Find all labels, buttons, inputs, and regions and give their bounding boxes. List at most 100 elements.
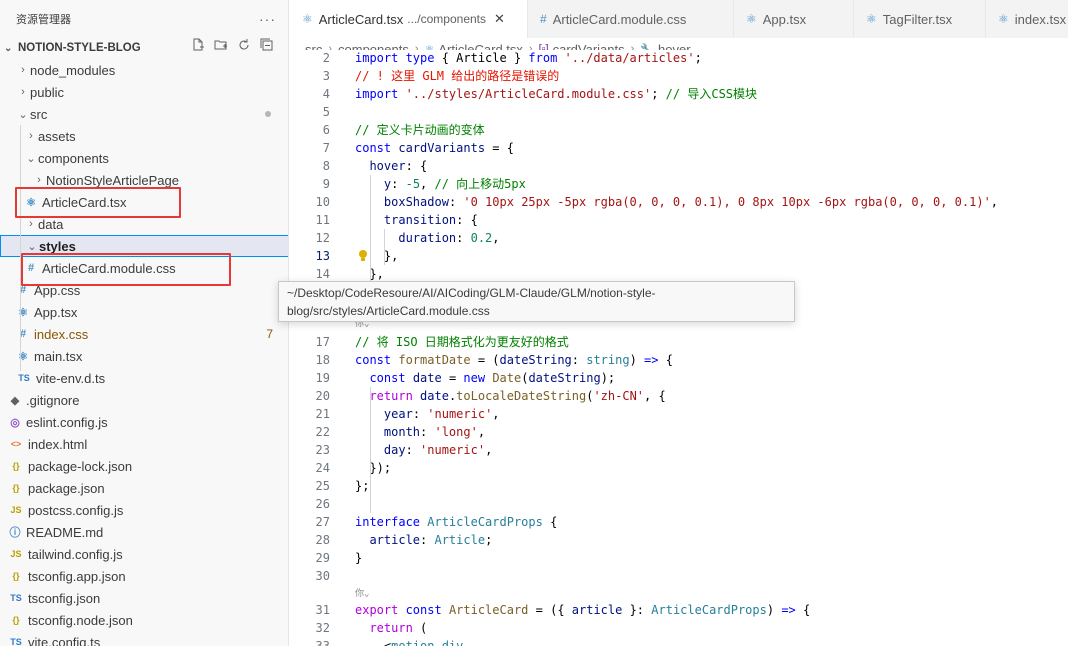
tree-item[interactable]: <> index.html (0, 433, 288, 455)
new-folder-icon[interactable] (213, 38, 228, 53)
tree-item[interactable]: TS tsconfig.json (0, 587, 288, 609)
code-line[interactable]: 25}; (290, 477, 1068, 495)
tooltip-line: blog/src/styles/ArticleCard.module.css (287, 304, 490, 318)
code-line[interactable]: 13 }, (290, 247, 1068, 265)
line-number: 2 (322, 51, 330, 65)
code-text: }; (355, 477, 369, 495)
editor-tab[interactable]: # ArticleCard.module.css (528, 0, 734, 38)
tree-item[interactable]: # index.css 7 (0, 323, 288, 345)
code-line[interactable]: 11 transition: { (290, 211, 1068, 229)
code-line[interactable]: 9 y: -5, // 向上移动5px (290, 175, 1068, 193)
code-text: return date.toLocaleDateString('zh-CN', … (355, 387, 665, 405)
chevron-down-icon: ⌄ (26, 152, 36, 165)
code-token: '../styles/ArticleCard.module.css' (405, 87, 652, 101)
code-line[interactable]: 33 <motion.div (290, 637, 1068, 646)
tree-item[interactable]: TS vite-env.d.ts (0, 367, 288, 389)
code-line[interactable]: 31 export const ArticleCard = ({ article … (290, 601, 1068, 619)
tree-item[interactable]: ⚛ main.tsx (0, 345, 288, 367)
code-line[interactable]: 23 day: 'numeric', (290, 441, 1068, 459)
code-token: year (383, 407, 413, 421)
code-line[interactable]: 12 duration: 0.2, (290, 229, 1068, 247)
tree-item[interactable]: TS vite.config.ts (0, 631, 288, 646)
code-token: : (405, 443, 421, 457)
code-line[interactable]: 30 (290, 567, 1068, 585)
lightbulb-icon[interactable] (358, 249, 368, 262)
code-line[interactable]: 24 }); (290, 459, 1068, 477)
code-line[interactable]: 27 interface ArticleCardProps { (290, 513, 1068, 531)
new-file-icon[interactable] (190, 38, 205, 53)
close-icon[interactable]: ✕ (494, 11, 505, 27)
code-line[interactable]: 18 const formatDate = (dateString: string… (290, 351, 1068, 369)
chevron-down-icon: ⌄ (18, 108, 28, 121)
react-icon: ⚛ (998, 12, 1009, 26)
code-editor[interactable]: 2 import type { Article } from '../data/a… (290, 50, 1068, 646)
tree-item[interactable]: › assets (0, 125, 288, 147)
tree-item[interactable]: ◎ eslint.config.js (0, 411, 288, 433)
tab-description: .../components (407, 12, 487, 26)
editor-tab[interactable]: ⚛ index.tsx (986, 0, 1068, 38)
editor-tab[interactable]: ⚛ TagFilter.tsx (854, 0, 986, 38)
tree-item[interactable]: {} tsconfig.app.json (0, 565, 288, 587)
tree-item[interactable]: ⚛ App.tsx (0, 301, 288, 323)
code-token: cardVariants (398, 141, 486, 155)
tree-item[interactable]: ◆ .gitignore (0, 389, 288, 411)
tree-item[interactable]: {} package-lock.json (0, 455, 288, 477)
explorer-sidebar: 资源管理器 ··· ⌄ NOTION-STYLE-BLOG › node_modu… (0, 0, 289, 646)
tree-item[interactable]: JS postcss.config.js (0, 499, 288, 521)
line-number: 7 (322, 141, 330, 155)
code-line[interactable]: 7 const cardVariants = { (290, 139, 1068, 157)
react-icon: ⚛ (302, 12, 313, 26)
file-type-icon: ⚛ (18, 350, 28, 363)
tree-item-label: components (38, 150, 109, 166)
tree-item[interactable]: › node_modules (0, 59, 288, 81)
code-line[interactable]: 2 import type { Article } from '../data/a… (290, 50, 1068, 67)
react-icon: ⚛ (746, 12, 757, 26)
code-text: const date = new Date(dateString); (355, 369, 615, 387)
code-line[interactable]: 5 (290, 103, 1068, 121)
code-token: : (571, 353, 587, 367)
code-token: ArticleCardProps (651, 603, 767, 617)
code-line[interactable]: 8 hover: { (290, 157, 1068, 175)
tree-item[interactable]: JS tailwind.config.js (0, 543, 288, 565)
collapse-all-icon[interactable] (259, 38, 274, 53)
code-line[interactable]: 28 article: Article; (290, 531, 1068, 549)
code-line[interactable]: 32 return ( (290, 619, 1068, 637)
code-token: dateString (499, 353, 572, 367)
code-line[interactable]: 19 const date = new Date(dateString); (290, 369, 1068, 387)
code-line[interactable]: 29} (290, 549, 1068, 567)
editor-tab[interactable]: ⚛ ArticleCard.tsx .../components ✕ (290, 0, 528, 38)
code-line[interactable]: 6 // 定义卡片动画的变体 (290, 121, 1068, 139)
tree-item[interactable]: {} tsconfig.node.json (0, 609, 288, 631)
tree-item[interactable]: {} package.json (0, 477, 288, 499)
more-actions-icon[interactable]: ··· (259, 11, 276, 27)
code-token: Date (492, 371, 522, 385)
tree-item[interactable]: ⌄ components (0, 147, 288, 169)
code-line[interactable]: 17 // 将 ISO 日期格式化为更友好的格式 (290, 333, 1068, 351)
code-line[interactable]: 3 // ! 这里 GLM 给出的路径是错误的 (290, 67, 1068, 85)
editor-tab[interactable]: ⚛ App.tsx (734, 0, 854, 38)
project-root[interactable]: ⌄ NOTION-STYLE-BLOG (0, 38, 288, 58)
code-line[interactable]: 26 (290, 495, 1068, 513)
code-token: const (355, 141, 399, 155)
code-line[interactable]: 21 year: 'numeric', (290, 405, 1068, 423)
code-token: 0.2 (470, 231, 493, 245)
code-text: // ! 这里 GLM 给出的路径是错误的 (355, 67, 559, 85)
refresh-icon[interactable] (236, 38, 251, 53)
code-token: date (420, 389, 449, 403)
tree-item[interactable]: › public (0, 81, 288, 103)
code-token: ArticleCard (448, 603, 529, 617)
code-line[interactable]: 20 return date.toLocaleDateString('zh-CN… (290, 387, 1068, 405)
code-line[interactable]: 10 boxShadow: '0 10px 25px -5px rgba(0, … (290, 193, 1068, 211)
file-type-icon: TS (10, 593, 22, 603)
code-line[interactable]: 22 month: 'long', (290, 423, 1068, 441)
code-text: article: Article; (355, 531, 492, 549)
code-token: , (485, 443, 493, 457)
tree-item[interactable]: ⌄ src (0, 103, 288, 125)
code-line[interactable]: 4 import '../styles/ArticleCard.module.cs… (290, 85, 1068, 103)
tree-item[interactable]: ⓘ README.md (0, 521, 288, 543)
code-token: , (990, 195, 999, 209)
codelens-hint[interactable]: 你⌄ (290, 585, 1068, 603)
code-token: , (492, 407, 500, 421)
project-name: NOTION-STYLE-BLOG (18, 42, 141, 54)
